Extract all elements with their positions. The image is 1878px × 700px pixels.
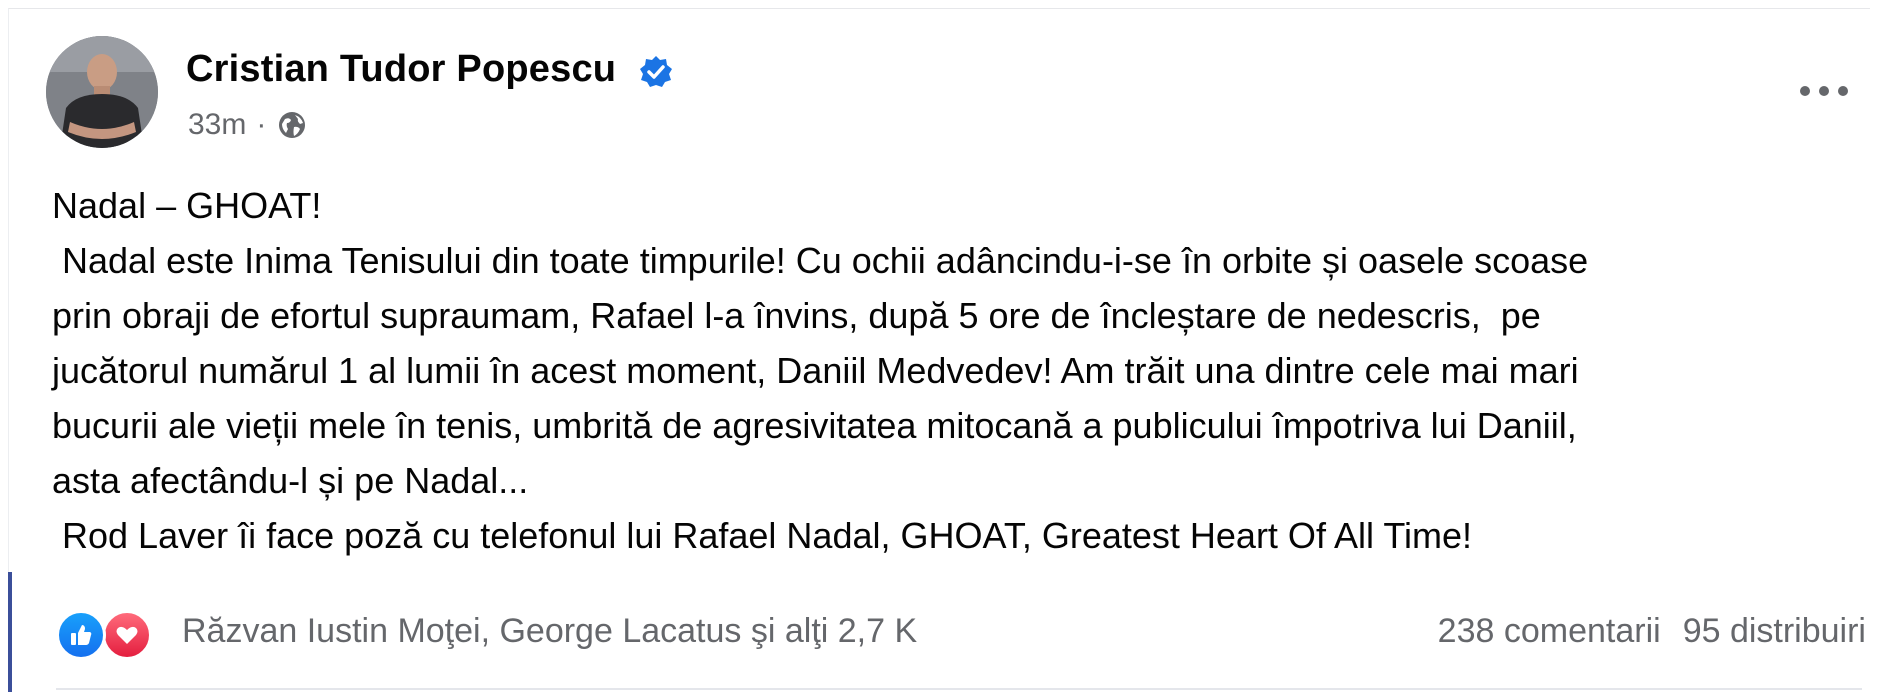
love-icon (102, 610, 152, 660)
post-footer: Răzvan Iustin Moţei, George Lacatus şi a… (0, 600, 1878, 666)
meta-separator: · (256, 108, 267, 141)
post-body: Nadal – GHOAT! Nadal este Inima Tenisulu… (52, 178, 1852, 563)
post-meta: 33m · (188, 108, 308, 142)
post-text-line: jucătorul numărul 1 al lumii în acest mo… (52, 350, 1579, 391)
post-time[interactable]: 33m (188, 108, 246, 142)
post-text-line: bucurii ale vieții mele în tenis, umbrit… (52, 405, 1577, 446)
more-dot (1819, 86, 1829, 96)
footer-divider (56, 688, 1862, 690)
avatar-photo (46, 36, 158, 148)
reactors-text[interactable]: Răzvan Iustin Moţei, George Lacatus şi a… (182, 612, 917, 651)
verified-badge-icon (638, 54, 674, 90)
more-dot (1838, 86, 1848, 96)
engagement-counts: 238 comentarii 95 distribuiri (1438, 612, 1866, 651)
shares-count[interactable]: 95 distribuiri (1683, 612, 1866, 651)
globe-icon[interactable] (276, 109, 308, 141)
post-text-line: Nadal – GHOAT! (52, 185, 322, 226)
reactions-summary[interactable] (56, 608, 166, 664)
more-dot (1800, 86, 1810, 96)
like-icon (56, 610, 106, 660)
author-name[interactable]: Cristian Tudor Popescu (186, 48, 616, 91)
more-options-icon[interactable] (1800, 84, 1848, 98)
post-text-line: asta afectându-l și pe Nadal... (52, 460, 529, 501)
comments-count[interactable]: 238 comentarii (1438, 612, 1661, 651)
post-text-line: Rod Laver îi face poză cu telefonul lui … (52, 515, 1472, 556)
post-header: Cristian Tudor Popescu 33m · (0, 0, 1878, 160)
post-text-line: Nadal este Inima Tenisului din toate tim… (52, 240, 1589, 281)
avatar[interactable] (46, 36, 158, 148)
post-text-line: prin obraji de efortul supraumam, Rafael… (52, 295, 1541, 336)
